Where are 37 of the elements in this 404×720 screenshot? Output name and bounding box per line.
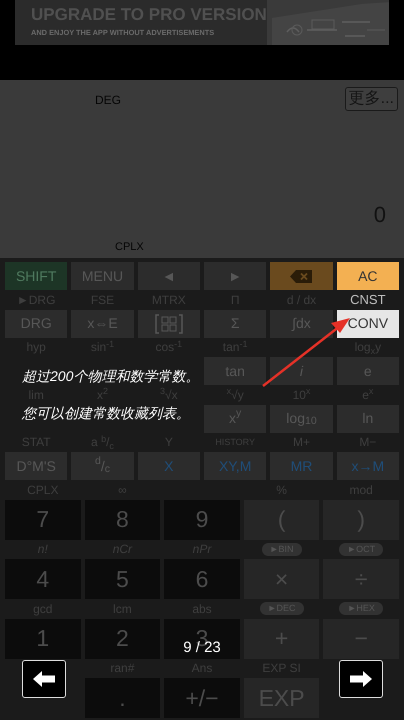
calculator-key[interactable]: SHIFT	[5, 262, 68, 290]
previous-button[interactable]	[22, 660, 66, 698]
calculator-key[interactable]: XY,M	[204, 452, 266, 480]
calculator-key[interactable]: 6	[164, 559, 240, 599]
calculator-key[interactable]: 1	[5, 618, 81, 658]
calculator-key[interactable]: 2	[84, 618, 160, 658]
calculator-key[interactable]: 7	[5, 500, 81, 540]
calculator-key[interactable]: x→M	[336, 452, 399, 480]
calculator-key[interactable]: 8	[84, 500, 160, 540]
calculator-key[interactable]: 9	[164, 500, 240, 540]
tutorial-text: 您可以创建常数收藏列表。	[22, 404, 190, 422]
calculator-key[interactable]: ×	[244, 559, 320, 599]
calculator-key[interactable]: +/−	[164, 678, 240, 718]
calculator-key[interactable]: .	[84, 678, 160, 718]
calculator-key[interactable]: )	[323, 500, 399, 540]
calculator-key[interactable]: 4	[5, 559, 81, 599]
key-label: ∞	[118, 484, 127, 496]
left-arrow-icon	[33, 671, 55, 687]
key-label: CNST	[350, 293, 386, 306]
next-button[interactable]	[339, 660, 383, 698]
right-arrow-icon	[350, 671, 372, 687]
calculator-key[interactable]: CONV	[336, 310, 399, 338]
tutorial-text: 超过200个物理和数学常数。	[22, 367, 200, 385]
calculator-key[interactable]: AC	[336, 262, 399, 290]
calculator-key[interactable]: X	[138, 452, 200, 480]
calculator-key[interactable]	[138, 310, 200, 338]
calculator-key[interactable]: +	[244, 618, 320, 658]
calculator-key[interactable]: ►	[204, 262, 266, 290]
calculator-key[interactable]: 5	[84, 559, 160, 599]
calculator-key[interactable]: MR	[270, 452, 333, 480]
calculator-key[interactable]: ◄	[138, 262, 200, 290]
backspace-icon	[290, 270, 312, 282]
matrix-icon	[154, 314, 183, 334]
calculator-key[interactable]: −	[323, 618, 399, 658]
calculator-key[interactable]: ÷	[323, 559, 399, 599]
calculator-key[interactable]: (	[244, 500, 320, 540]
key-label: %	[276, 484, 287, 496]
